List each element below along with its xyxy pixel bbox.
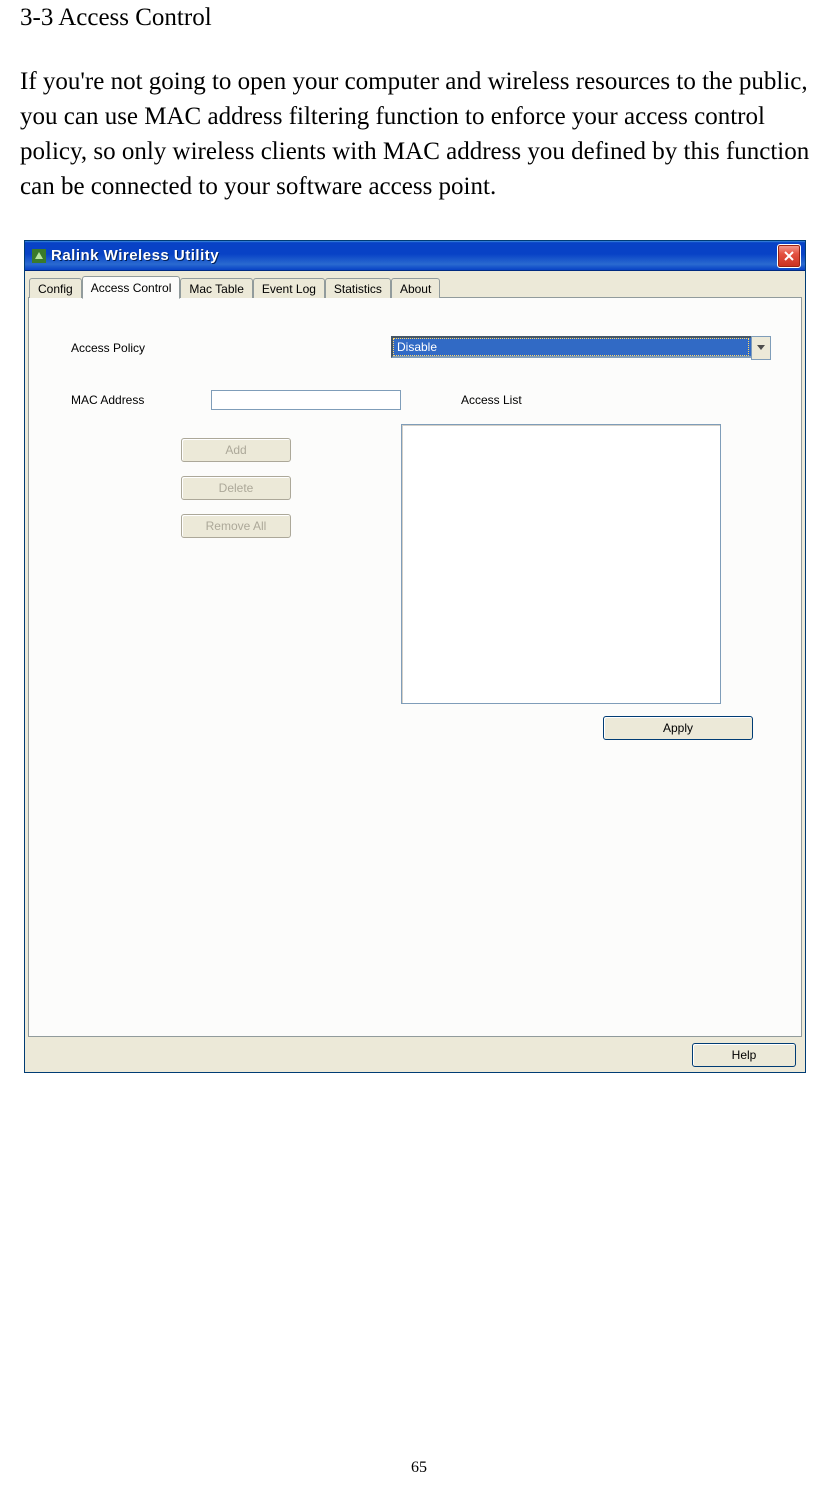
access-list-label: Access List <box>461 393 522 407</box>
section-body: If you're not going to open your compute… <box>20 64 818 204</box>
tab-about[interactable]: About <box>391 278 440 298</box>
mac-address-label: MAC Address <box>71 393 211 407</box>
window-title: Ralink Wireless Utility <box>51 247 777 264</box>
access-list-box[interactable] <box>401 424 721 704</box>
client-area: Config Access Control Mac Table Event Lo… <box>25 271 805 1072</box>
page-number: 65 <box>0 1459 838 1477</box>
tab-config[interactable]: Config <box>29 278 82 298</box>
tab-event-log[interactable]: Event Log <box>253 278 325 298</box>
tab-access-control[interactable]: Access Control <box>82 276 181 299</box>
apply-button[interactable]: Apply <box>603 716 753 740</box>
section-heading: 3-3 Access Control <box>20 4 818 32</box>
app-window: Ralink Wireless Utility Config Access Co… <box>24 240 806 1073</box>
mac-address-input[interactable] <box>211 390 401 410</box>
title-bar[interactable]: Ralink Wireless Utility <box>25 241 805 271</box>
tab-panel: Access Policy Disable MAC Address Access… <box>28 297 802 1037</box>
app-icon <box>31 248 47 264</box>
close-button[interactable] <box>777 244 801 268</box>
access-policy-value[interactable]: Disable <box>391 336 751 358</box>
access-policy-label: Access Policy <box>71 341 211 355</box>
add-button[interactable]: Add <box>181 438 291 462</box>
tab-mac-table[interactable]: Mac Table <box>180 278 252 298</box>
dropdown-arrow-icon[interactable] <box>751 336 771 360</box>
help-button[interactable]: Help <box>692 1043 796 1067</box>
tab-strip: Config Access Control Mac Table Event Lo… <box>29 275 802 297</box>
delete-button[interactable]: Delete <box>181 476 291 500</box>
access-policy-select[interactable]: Disable <box>391 336 771 360</box>
remove-all-button[interactable]: Remove All <box>181 514 291 538</box>
tab-statistics[interactable]: Statistics <box>325 278 391 298</box>
